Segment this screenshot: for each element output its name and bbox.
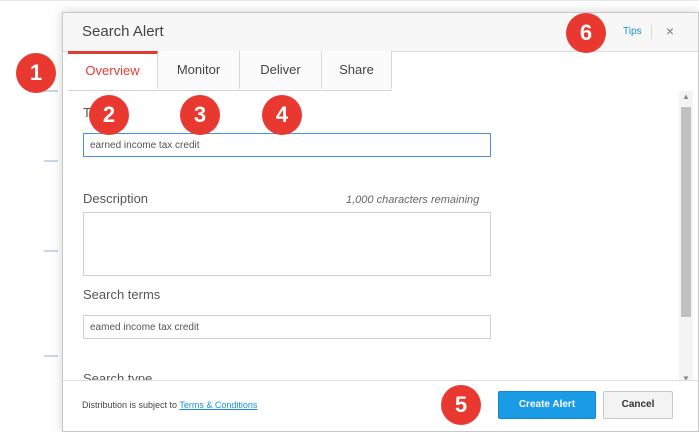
- callout-badge-3: 3: [180, 95, 220, 135]
- callout-badge-2: 2: [89, 95, 129, 135]
- search-terms-input[interactable]: eamed income tax credit: [83, 315, 491, 339]
- tab-bar: Overview Monitor Deliver Share: [68, 51, 392, 91]
- header-divider: [651, 25, 652, 39]
- callout-badge-1: 1: [16, 53, 56, 93]
- tab-overview[interactable]: Overview: [68, 51, 158, 89]
- distribution-notice: Distribution is subject to Terms & Condi…: [82, 400, 257, 410]
- search-terms-label: Search terms: [83, 287, 161, 302]
- description-label: Description: [83, 191, 149, 206]
- dialog-title: Search Alert: [82, 23, 164, 40]
- tips-link[interactable]: Tips: [623, 26, 642, 37]
- background-page-edge: [0, 0, 699, 1]
- background-mark: [44, 355, 58, 357]
- close-icon[interactable]: ×: [661, 21, 679, 41]
- background-mark: [44, 250, 58, 252]
- tab-monitor[interactable]: Monitor: [158, 51, 240, 89]
- scroll-up-arrow-icon[interactable]: ▲: [681, 92, 691, 102]
- title-input[interactable]: earned income tax credit: [83, 133, 491, 157]
- create-alert-button[interactable]: Create Alert: [498, 391, 596, 419]
- callout-badge-4: 4: [262, 95, 302, 135]
- terms-conditions-link[interactable]: Terms & Conditions: [179, 400, 257, 410]
- description-char-counter: 1,000 characters remaining: [346, 194, 480, 206]
- tab-deliver[interactable]: Deliver: [240, 51, 322, 89]
- tab-share[interactable]: Share: [322, 51, 392, 89]
- dialog-footer: Distribution is subject to Terms & Condi…: [63, 380, 698, 431]
- search-terms-value: eamed income tax credit: [90, 322, 199, 333]
- scrollbar-thumb[interactable]: [681, 107, 691, 317]
- distribution-notice-text: Distribution is subject to: [82, 400, 180, 410]
- background-mark: [44, 90, 58, 92]
- callout-badge-6: 6: [566, 13, 606, 53]
- cancel-button[interactable]: Cancel: [603, 391, 673, 419]
- title-input-value: earned income tax credit: [90, 140, 200, 151]
- callout-badge-5: 5: [441, 385, 481, 425]
- description-textarea[interactable]: [83, 212, 491, 276]
- background-mark: [44, 160, 58, 162]
- search-alert-dialog: Search Alert Tips × Overview Monitor Del…: [62, 12, 699, 432]
